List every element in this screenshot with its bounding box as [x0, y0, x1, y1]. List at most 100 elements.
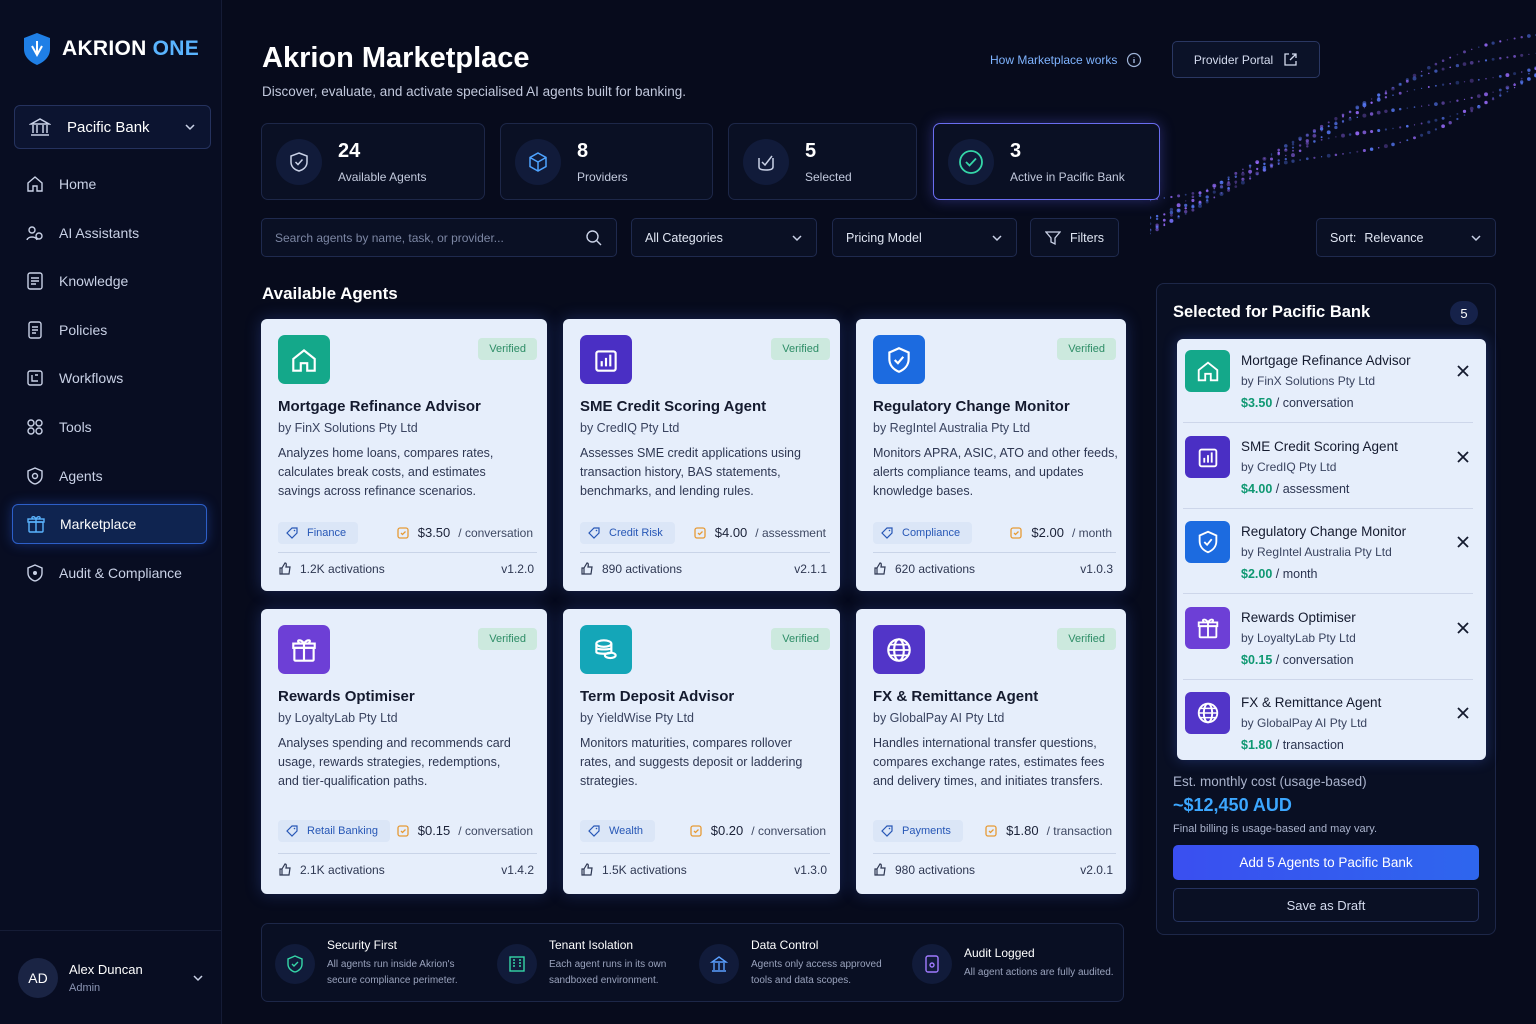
- check-circle-icon: [948, 138, 994, 185]
- sidebar: AKRION ONE Pacific Bank Home AI Assistant…: [0, 0, 222, 1024]
- agent-card[interactable]: Verified FX & Remittance Agent by GlobalPa…: [856, 609, 1126, 894]
- category-tag[interactable]: Retail Banking: [278, 820, 390, 842]
- category-tag[interactable]: Compliance: [873, 522, 973, 544]
- category-select[interactable]: All Categories: [631, 218, 817, 257]
- receipt-icon: [1010, 526, 1023, 539]
- agent-card[interactable]: Verified SME Credit Scoring Agent by CredI…: [563, 319, 840, 591]
- home-icon: [1197, 361, 1218, 382]
- tenant-selector[interactable]: Pacific Bank: [14, 105, 211, 149]
- search-input[interactable]: [275, 230, 585, 245]
- verified-badge: Verified: [478, 338, 537, 360]
- nav-item-workflows[interactable]: Workflows: [12, 358, 207, 398]
- agent-icon-box: [873, 625, 925, 674]
- agent-icon-box: [580, 625, 632, 674]
- feature-tenant-isolation: Tenant Isolation Each agent runs in its o…: [497, 924, 699, 1003]
- home-icon: [292, 348, 316, 372]
- provider-portal-button[interactable]: Provider Portal: [1172, 41, 1320, 78]
- card-divider: [278, 853, 537, 854]
- agent-card[interactable]: Verified Rewards Optimiser by LoyaltyLab P…: [261, 609, 547, 894]
- verified-badge: Verified: [771, 338, 830, 360]
- agent-version: v1.3.0: [794, 863, 827, 877]
- checkmark-icon: [743, 138, 789, 185]
- agent-name[interactable]: FX & Remittance Agent: [873, 688, 1038, 705]
- activations-count: 620 activations: [873, 562, 975, 576]
- agent-version: v1.2.0: [501, 562, 534, 576]
- selected-item: SME Credit Scoring Agent by CredIQ Pty Lt…: [1183, 425, 1473, 509]
- nav-item-agents[interactable]: Agents: [12, 456, 207, 496]
- thumbs-up-icon: [279, 562, 291, 575]
- user-name: Alex Duncan: [69, 961, 143, 977]
- user-menu[interactable]: AD Alex Duncan Admin: [0, 930, 222, 1024]
- agent-name[interactable]: Mortgage Refinance Advisor: [278, 398, 481, 415]
- agent-description: Assesses SME credit applications using t…: [580, 446, 801, 498]
- agent-version: v1.0.3: [1080, 562, 1113, 576]
- cube-icon: [515, 138, 561, 185]
- thumbs-up-icon: [874, 863, 886, 876]
- remove-item-icon[interactable]: [1453, 618, 1473, 638]
- agent-name[interactable]: Rewards Optimiser: [278, 688, 415, 705]
- feature-audit-logged: Audit Logged All agent actions are fully …: [912, 924, 1114, 1003]
- policies-icon: [24, 319, 46, 341]
- feature-security-first: Security First All agents run inside Akri…: [275, 924, 477, 1003]
- workflows-icon: [24, 367, 46, 389]
- agent-description: Analyses spending and recommends card us…: [278, 736, 511, 788]
- remove-item-icon[interactable]: [1453, 447, 1473, 467]
- assistants-icon: [24, 222, 46, 244]
- remove-item-icon[interactable]: [1453, 703, 1473, 723]
- brand-name: AKRION ONE: [62, 37, 200, 60]
- category-tag[interactable]: Finance: [278, 522, 359, 544]
- receipt-icon: [694, 526, 706, 539]
- sort-select[interactable]: Sort: Relevance: [1316, 218, 1496, 257]
- item-divider: [1183, 507, 1473, 509]
- how-marketplace-works-link[interactable]: How Marketplace works: [990, 52, 1142, 68]
- shield-check-icon: [888, 346, 910, 373]
- remove-item-icon[interactable]: [1453, 361, 1473, 381]
- agent-card[interactable]: Verified Regulatory Change Monitor by RegI…: [856, 319, 1126, 591]
- chevron-down-icon: [193, 974, 203, 981]
- selected-item-price: $3.50 / conversation: [1241, 396, 1354, 410]
- agent-price: $2.00/ month: [1009, 525, 1112, 540]
- bar-chart-icon: [595, 349, 617, 372]
- category-tag[interactable]: Wealth: [580, 820, 656, 842]
- agent-provider: by LoyaltyLab Pty Ltd: [278, 711, 398, 725]
- selected-item-icon-box: [1185, 350, 1230, 392]
- category-tag[interactable]: Payments: [873, 820, 963, 842]
- agent-price: $0.20/ conversation: [689, 823, 826, 838]
- selected-item-price: $2.00 / month: [1241, 567, 1318, 581]
- filters-button[interactable]: Filters: [1030, 218, 1119, 257]
- add-agents-button[interactable]: Add 5 Agents to Pacific Bank: [1173, 845, 1479, 880]
- remove-item-icon[interactable]: [1453, 532, 1473, 552]
- agents-icon: [24, 465, 46, 487]
- activations-count: 2.1K activations: [278, 863, 385, 877]
- chevron-down-icon: [1471, 234, 1481, 241]
- selected-item-provider: by FinX Solutions Pty Ltd: [1241, 374, 1376, 388]
- agent-provider: by CredIQ Pty Ltd: [580, 421, 680, 435]
- receipt-icon: [985, 824, 997, 837]
- agent-name[interactable]: SME Credit Scoring Agent: [580, 398, 766, 415]
- nav-item-knowledge[interactable]: Knowledge: [12, 261, 207, 301]
- agent-card[interactable]: Verified Mortgage Refinance Advisor by Fin…: [261, 319, 547, 591]
- pricing-model-select[interactable]: Pricing Model: [832, 218, 1017, 257]
- globe-icon: [887, 637, 911, 662]
- agent-card[interactable]: Verified Term Deposit Advisor by YieldWise…: [563, 609, 840, 894]
- selected-item-price: $0.15 / conversation: [1241, 652, 1354, 667]
- agent-icon-box: [873, 335, 925, 384]
- selected-item: Regulatory Change Monitor by RegIntel Aus…: [1183, 510, 1473, 594]
- search-box[interactable]: [261, 218, 617, 257]
- nav-item-audit-compliance[interactable]: Audit & Compliance: [12, 553, 207, 593]
- building-icon: [497, 943, 537, 984]
- gift-icon: [292, 638, 316, 662]
- agent-version: v2.1.1: [794, 562, 827, 576]
- tag-icon: [588, 527, 600, 539]
- brand-logo[interactable]: AKRION ONE: [22, 32, 199, 66]
- nav-item-tools[interactable]: Tools: [12, 407, 207, 447]
- agent-name[interactable]: Regulatory Change Monitor: [873, 398, 1070, 415]
- nav-item-home[interactable]: Home: [12, 164, 207, 204]
- agent-name[interactable]: Term Deposit Advisor: [580, 688, 734, 705]
- category-tag[interactable]: Credit Risk: [580, 522, 675, 544]
- save-draft-button[interactable]: Save as Draft: [1173, 888, 1479, 922]
- nav-item-policies[interactable]: Policies: [12, 310, 207, 350]
- nav-item-marketplace[interactable]: Marketplace: [12, 504, 207, 545]
- agent-description: Monitors maturities, compares rollover r…: [580, 736, 803, 788]
- nav-item-ai-assistants[interactable]: AI Assistants: [12, 213, 207, 253]
